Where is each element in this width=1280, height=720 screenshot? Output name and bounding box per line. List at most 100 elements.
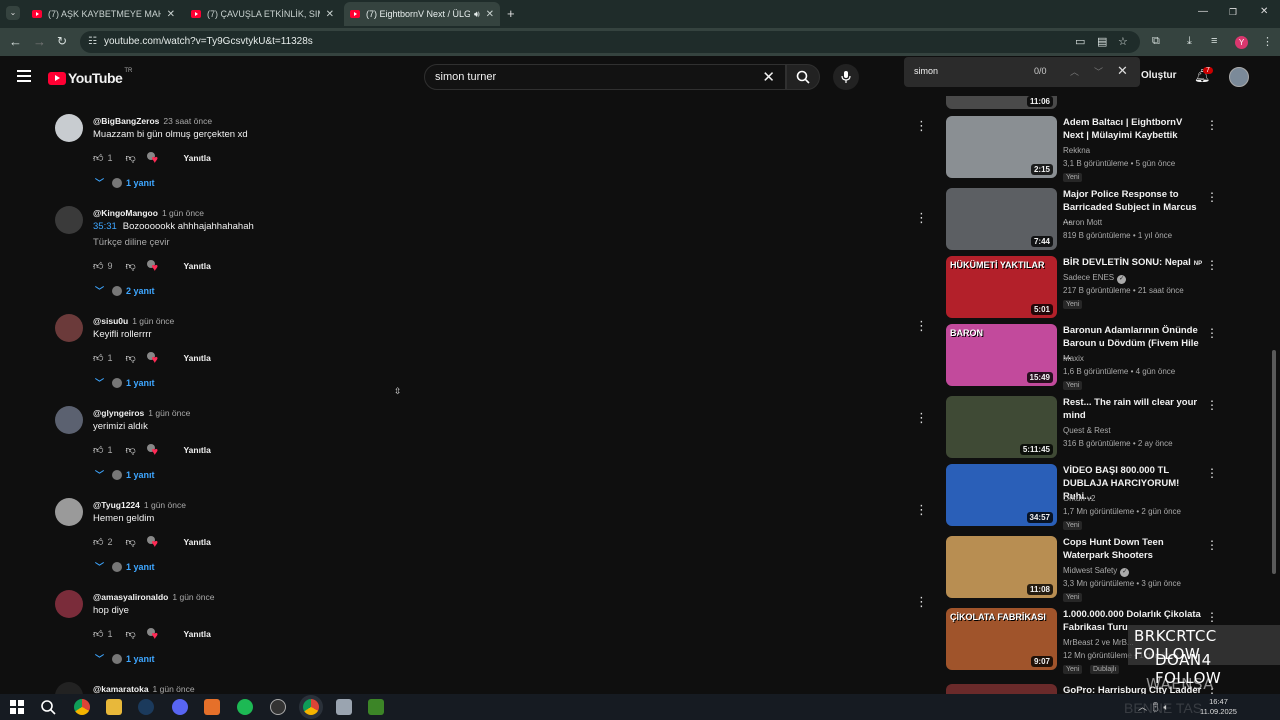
- comment-avatar[interactable]: [55, 590, 83, 618]
- sidebar-video-card[interactable]: HÜKÜMETİ YAKTILAR 5:01 BİR DEVLETİN SONU: …: [946, 256, 1218, 320]
- comment-timestamp-link[interactable]: 35:31: [93, 221, 117, 232]
- reload-icon[interactable]: ↻: [57, 34, 67, 48]
- sidebar-video-card[interactable]: 34:57 VİDEO BAŞI 800.000 TL DUBLAJA HARCI…: [946, 464, 1218, 530]
- video-channel[interactable]: Sadece ENES ✓: [1063, 273, 1127, 284]
- comment-author[interactable]: @Tyug1224: [93, 500, 140, 510]
- windows-start-icon[interactable]: [9, 699, 25, 715]
- search-input[interactable]: simon turner ✕: [424, 64, 786, 90]
- view-replies-button[interactable]: ﹀ 1 yanıt: [95, 176, 155, 189]
- dislike-icon[interactable]: 👎︎: [125, 260, 147, 272]
- search-icon[interactable]: [40, 699, 56, 715]
- video-thumbnail[interactable]: BARON 15:49: [946, 324, 1057, 386]
- video-thumbnail[interactable]: 34:57: [946, 464, 1057, 526]
- video-thumbnail[interactable]: [946, 684, 1057, 694]
- video-thumbnail[interactable]: 2:15: [946, 116, 1057, 178]
- like-icon[interactable]: 👍︎: [93, 628, 103, 640]
- cast-icon[interactable]: ▭: [1075, 35, 1085, 48]
- video-title[interactable]: Rest... The rain will clear your mind: [1063, 396, 1203, 422]
- comment-time[interactable]: 1 gün önce: [172, 592, 214, 602]
- translate-link[interactable]: Türkçe diline çevir: [93, 237, 170, 248]
- video-channel[interactable]: Maxix: [1063, 354, 1084, 363]
- find-input[interactable]: simon: [914, 66, 938, 76]
- comment-time[interactable]: 1 gün önce: [132, 316, 174, 326]
- comment-avatar[interactable]: [55, 682, 83, 694]
- comment-time[interactable]: 1 gün önce: [153, 684, 195, 694]
- obs-icon[interactable]: [270, 699, 286, 715]
- browser-tab-1[interactable]: (7) AŞK KAYBETMEYE MAHKUM ✕: [26, 2, 181, 26]
- account-avatar[interactable]: [1229, 67, 1249, 87]
- like-icon[interactable]: 👍︎: [93, 352, 103, 364]
- comment-avatar[interactable]: [55, 314, 83, 342]
- tab-search-icon[interactable]: ⌄: [6, 6, 20, 20]
- page-scrollbar-thumb[interactable]: [1272, 350, 1276, 574]
- view-replies-button[interactable]: ﹀ 1 yanıt: [95, 652, 155, 665]
- video-channel[interactable]: Aaron Mott: [1063, 218, 1102, 227]
- sidebar-video-card[interactable]: 7:44 Major Police Response to Barricaded …: [946, 188, 1218, 252]
- find-previous-icon[interactable]: ︿: [1070, 65, 1079, 78]
- clear-search-icon[interactable]: ✕: [762, 68, 775, 86]
- comment-menu-icon[interactable]: ⋮: [915, 410, 928, 426]
- comment-avatar[interactable]: [55, 498, 83, 526]
- bookmark-star-icon[interactable]: ☆: [1118, 35, 1128, 48]
- video-menu-icon[interactable]: ⋮: [1206, 190, 1218, 204]
- discord-icon[interactable]: [172, 699, 188, 715]
- video-thumbnail[interactable]: 5:11:45: [946, 396, 1057, 458]
- minecraft-icon[interactable]: [368, 699, 384, 715]
- find-close-icon[interactable]: ✕: [1117, 63, 1128, 79]
- dislike-icon[interactable]: 👎︎: [125, 628, 147, 640]
- reading-mode-icon[interactable]: ▤: [1097, 35, 1107, 48]
- comment-menu-icon[interactable]: ⋮: [915, 318, 928, 334]
- hamburger-menu-icon[interactable]: [17, 70, 31, 85]
- video-title[interactable]: Baronun Adamlarının Önünde Baroun u Dövd…: [1063, 324, 1203, 363]
- video-thumbnail[interactable]: HÜKÜMETİ YAKTILAR 5:01: [946, 256, 1057, 318]
- youtube-logo[interactable]: YouTube TR: [48, 68, 132, 86]
- video-menu-icon[interactable]: ⋮: [1206, 466, 1218, 480]
- like-icon[interactable]: 👍︎: [93, 152, 103, 164]
- video-menu-icon[interactable]: ⋮: [1206, 118, 1218, 132]
- dislike-icon[interactable]: 👎︎: [125, 444, 147, 456]
- video-channel[interactable]: MrBeast 2 ve MrB...: [1063, 638, 1134, 647]
- reply-button[interactable]: Yanıtla: [183, 629, 210, 639]
- comment-author[interactable]: @KingoMangoo: [93, 208, 158, 218]
- reply-button[interactable]: Yanıtla: [183, 153, 210, 163]
- comment-menu-icon[interactable]: ⋮: [915, 210, 928, 226]
- address-bar[interactable]: ☷ youtube.com/watch?v=Ty9GcsvtykU&t=1132…: [80, 31, 1140, 53]
- voice-search-button[interactable]: [833, 64, 859, 90]
- dislike-icon[interactable]: 👎︎: [125, 352, 147, 364]
- forward-arrow-icon[interactable]: →: [33, 34, 46, 49]
- site-info-icon[interactable]: ☷: [88, 36, 97, 47]
- back-arrow-icon[interactable]: ←: [9, 34, 22, 49]
- app-window-icon[interactable]: [336, 699, 352, 715]
- comment-avatar[interactable]: [55, 406, 83, 434]
- comment-menu-icon[interactable]: ⋮: [915, 118, 928, 134]
- new-tab-button[interactable]: +: [507, 6, 515, 21]
- video-thumbnail[interactable]: ÇİKOLATA FABRİKASI 9:07: [946, 608, 1057, 670]
- video-title[interactable]: BİR DEVLETİN SONU: Nepal NP: [1063, 256, 1203, 271]
- reply-button[interactable]: Yanıtla: [183, 353, 210, 363]
- sidebar-video-card[interactable]: BARON 15:49 Baronun Adamlarının Önünde Bar…: [946, 324, 1218, 390]
- minimize-window-icon[interactable]: —: [1198, 6, 1208, 17]
- create-button[interactable]: Oluştur: [1141, 70, 1177, 81]
- taskbar-clock[interactable]: 16:47 11.09.2025: [1200, 697, 1237, 717]
- video-thumbnail[interactable]: 11:08: [946, 536, 1057, 598]
- find-next-icon[interactable]: ﹀: [1094, 65, 1103, 78]
- comment-menu-icon[interactable]: ⋮: [915, 502, 928, 518]
- close-tab-icon[interactable]: ✕: [326, 9, 334, 20]
- video-channel[interactable]: Quest & Rest: [1063, 426, 1111, 435]
- browser-tab-3-active[interactable]: (7) EightbornV Next / ÜLGE 🔊︎ ✕: [344, 2, 500, 26]
- spotify-icon[interactable]: [237, 699, 253, 715]
- video-menu-icon[interactable]: ⋮: [1206, 258, 1218, 272]
- restore-window-icon[interactable]: ❐: [1229, 7, 1237, 18]
- video-menu-icon[interactable]: ⋮: [1206, 538, 1218, 552]
- video-channel[interactable]: Midwest Safety ✓: [1063, 566, 1130, 577]
- view-replies-button[interactable]: ﹀ 2 yanıt: [95, 284, 155, 297]
- comment-time[interactable]: 23 saat önce: [163, 116, 212, 126]
- view-replies-button[interactable]: ﹀ 1 yanıt: [95, 468, 155, 481]
- dislike-icon[interactable]: 👎︎: [125, 152, 147, 164]
- view-replies-button[interactable]: ﹀ 1 yanıt: [95, 376, 155, 389]
- video-title[interactable]: Cops Hunt Down Teen Waterpark Shooters: [1063, 536, 1203, 562]
- comment-avatar[interactable]: [55, 206, 83, 234]
- steam-icon[interactable]: [138, 699, 154, 715]
- comment-author[interactable]: @sisu0u: [93, 316, 128, 326]
- reply-button[interactable]: Yanıtla: [183, 537, 210, 547]
